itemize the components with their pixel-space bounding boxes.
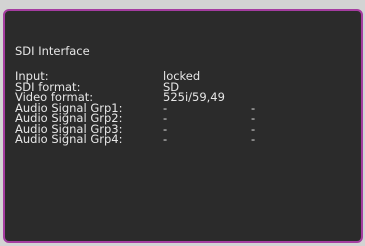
status-value-secondary: - <box>251 132 256 146</box>
status-label: Audio Signal Grp4: <box>15 132 123 146</box>
panel-title: SDI Interface <box>15 44 90 58</box>
status-value: 525i/59,49 <box>163 90 225 104</box>
screen-frame: SDI Interface Input: locked SDI format: … <box>0 0 365 246</box>
status-list: Input: locked SDI format: SD Video forma… <box>15 71 345 145</box>
status-row-audio-grp4: Audio Signal Grp4: - - <box>15 134 345 145</box>
status-value: - <box>163 132 168 146</box>
sdi-interface-panel: SDI Interface Input: locked SDI format: … <box>3 9 363 243</box>
